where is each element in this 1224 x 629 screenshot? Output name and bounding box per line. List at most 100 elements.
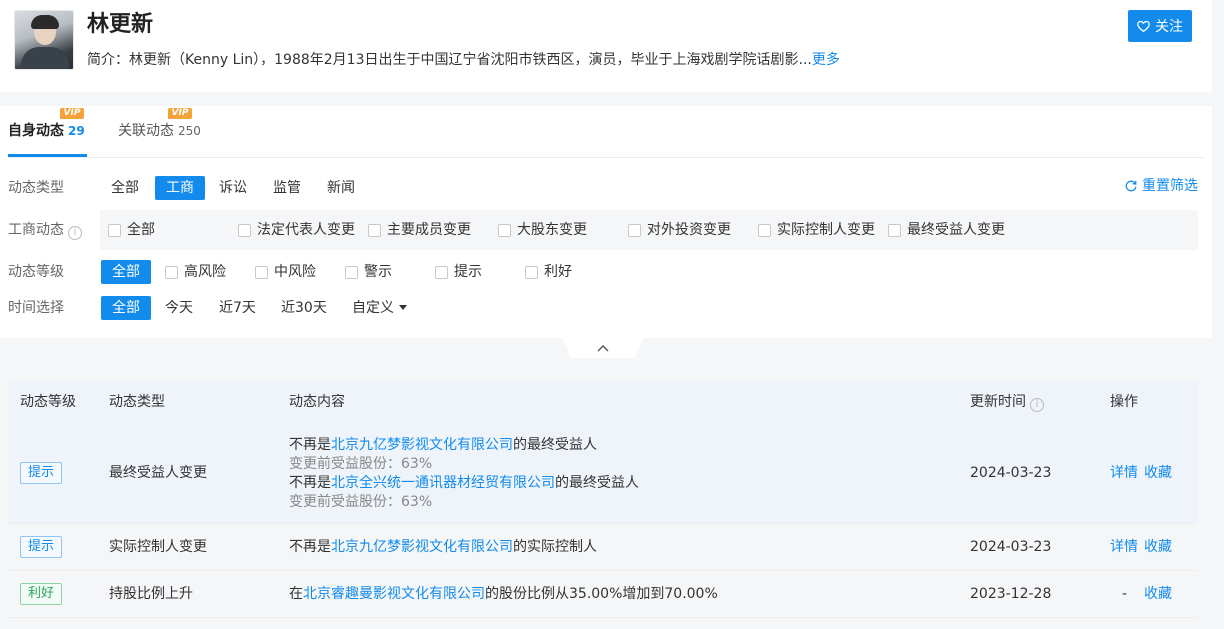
content-subline: 变更前受益股份：63% [289,494,433,510]
avatar-hair [31,15,59,29]
filter-time-label: 时间选择 [8,300,64,316]
content-prefix: 不再是 [289,475,331,491]
header-type: 动态类型 [109,394,165,410]
business-label-text: 工商动态 [8,222,64,238]
time-option-7days[interactable]: 近7天 [219,296,256,320]
level-tag-notice: 提示 [20,536,62,558]
header-level: 动态等级 [20,394,76,410]
detail-link[interactable]: 详情 [1110,537,1138,557]
business-checkbox-major-shareholder[interactable]: 大股东变更 [498,220,587,240]
table-row: 提示 实际控制人变更 不再是北京九亿梦影视文化有限公司的实际控制人 2024-0… [8,524,1198,571]
collect-link[interactable]: 收藏 [1144,537,1172,557]
content-suffix: 的实际控制人 [513,539,597,555]
collect-link[interactable]: 收藏 [1144,463,1172,483]
level-tag-notice: 提示 [20,462,62,484]
business-checkbox-beneficiary[interactable]: 最终受益人变更 [888,220,1005,240]
tab-label: 自身动态 [8,123,64,139]
detail-placeholder: - [1122,586,1128,602]
tab-self-updates[interactable]: 自身动态 29 [8,121,85,141]
checkbox-label: 利好 [544,264,572,280]
checkbox-icon [238,223,251,237]
type-option-regulation[interactable]: 监管 [273,176,301,200]
filter-level-label: 动态等级 [8,264,64,280]
checkbox-label: 大股东变更 [517,222,587,238]
detail-link[interactable]: 详情 [1110,463,1138,483]
content-prefix: 不再是 [289,437,331,453]
type-option-all[interactable]: 全部 [111,176,139,200]
type-cell: 实际控制人变更 [109,539,207,555]
profile-header: 林更新 简介：林更新（Kenny Lin），1988年2月13日出生于中国辽宁省… [0,0,1212,92]
business-checkbox-investment[interactable]: 对外投资变更 [628,220,731,240]
checkbox-icon [758,223,771,237]
collect-link[interactable]: 收藏 [1144,584,1172,604]
business-checkbox-legal-rep[interactable]: 法定代表人变更 [238,220,355,240]
custom-label: 自定义 [352,300,394,316]
checkbox-label: 全部 [127,222,155,238]
time-option-all[interactable]: 全部 [101,296,151,320]
level-checkbox-notice[interactable]: 提示 [435,262,482,282]
checkbox-icon [888,223,901,237]
checkbox-label: 提示 [454,264,482,280]
table-row: 利好 持股比例上升 在北京睿趣曼影视文化有限公司的股份比例从35.00%增加到7… [8,571,1198,618]
content-prefix: 在 [289,586,303,602]
content-subline: 变更前受益股份：63% [289,456,433,472]
business-checkbox-actual-controller[interactable]: 实际控制人变更 [758,220,875,240]
level-tag-positive: 利好 [20,583,62,605]
level-option-all[interactable]: 全部 [101,260,151,284]
content-suffix: 的股份比例从35.00%增加到70.00% [485,586,718,602]
collapse-filter-button[interactable] [563,338,643,358]
checkbox-icon [498,223,511,237]
content-prefix: 不再是 [289,539,331,555]
company-link[interactable]: 北京睿趣曼影视文化有限公司 [303,586,485,602]
checkbox-label: 中风险 [274,264,316,280]
checkbox-icon [108,223,121,237]
intro-text: 简介：林更新（Kenny Lin），1988年2月13日出生于中国辽宁省沈阳市铁… [87,50,840,70]
time-option-today[interactable]: 今天 [165,296,193,320]
type-option-litigation[interactable]: 诉讼 [219,176,247,200]
filter-type-label: 动态类型 [8,180,64,196]
tab-related-updates[interactable]: 关联动态 250 [118,121,201,141]
tab-bar: 自身动态 29 VIP 关联动态 250 VIP [8,106,1204,158]
time-option-30days[interactable]: 近30天 [281,296,327,320]
content-line: 不再是北京九亿梦影视文化有限公司的实际控制人 [289,538,597,556]
level-checkbox-medium-risk[interactable]: 中风险 [255,262,316,282]
type-option-business[interactable]: 工商 [155,176,205,200]
content-suffix: 的最终受益人 [555,475,639,491]
company-link[interactable]: 北京全兴统一通讯器材经贸有限公司 [331,475,555,491]
intro-body: 林更新（Kenny Lin），1988年2月13日出生于中国辽宁省沈阳市铁西区，… [129,52,812,68]
more-link[interactable]: 更多 [812,52,840,68]
table-row: 提示 最终受益人变更 不再是北京九亿梦影视文化有限公司的最终受益人 变更前受益股… [8,424,1198,524]
business-checkbox-key-members[interactable]: 主要成员变更 [368,220,471,240]
filter-panel: 自身动态 29 VIP 关联动态 250 VIP 动态类型 全部 工商 诉讼 监管 … [0,106,1212,338]
avatar[interactable] [14,10,74,70]
content-line: 不再是北京九亿梦影视文化有限公司的最终受益人 [289,436,597,454]
content-line: 在北京睿趣曼影视文化有限公司的股份比例从35.00%增加到70.00% [289,585,718,603]
checkbox-label: 实际控制人变更 [777,222,875,238]
level-checkbox-high-risk[interactable]: 高风险 [165,262,226,282]
follow-label: 关注 [1155,19,1183,35]
business-checkbox-all[interactable]: 全部 [108,220,155,240]
checkbox-icon [165,265,178,279]
checkbox-icon [255,265,268,279]
type-cell: 持股比例上升 [109,586,193,602]
person-name: 林更新 [87,12,154,37]
reset-filter-button[interactable]: 重置筛选 [1124,176,1198,196]
info-icon[interactable]: i [1030,398,1044,412]
company-link[interactable]: 北京九亿梦影视文化有限公司 [331,539,513,555]
caret-down-icon [399,305,407,310]
checkbox-icon [435,265,448,279]
level-checkbox-warning[interactable]: 警示 [345,262,392,282]
time-option-custom[interactable]: 自定义 [352,296,407,320]
info-icon[interactable]: i [68,226,82,240]
reset-label: 重置筛选 [1142,178,1198,194]
refresh-icon [1125,180,1137,192]
follow-button[interactable]: 关注 [1128,10,1192,42]
type-option-news[interactable]: 新闻 [327,176,355,200]
company-link[interactable]: 北京九亿梦影视文化有限公司 [331,437,513,453]
checkbox-label: 主要成员变更 [387,222,471,238]
vip-badge: VIP [60,108,84,119]
checkbox-icon [525,265,538,279]
active-tab-indicator [8,154,87,157]
checkbox-icon [628,223,641,237]
level-checkbox-positive[interactable]: 利好 [525,262,572,282]
